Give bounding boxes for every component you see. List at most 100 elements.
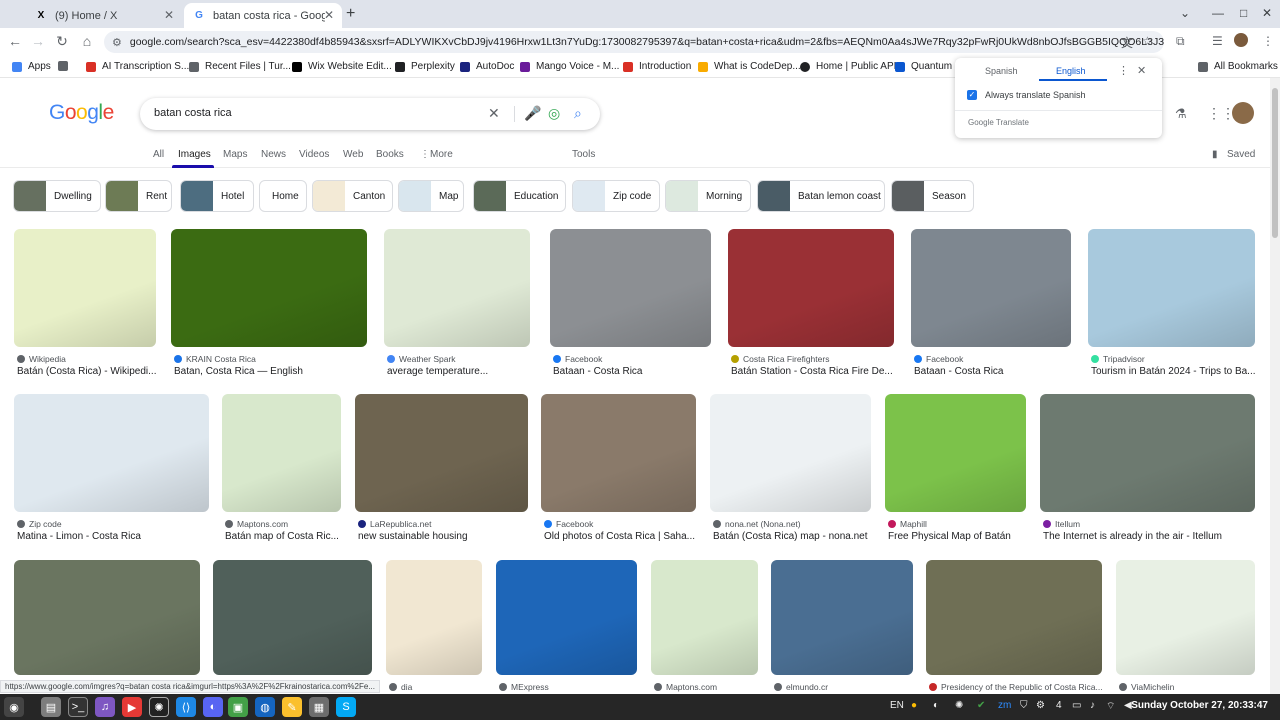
bookmark-autodoc[interactable]: AutoDoc (460, 61, 514, 72)
result-thumbnail[interactable] (222, 394, 341, 512)
tab-books[interactable]: Books (376, 149, 404, 160)
new-tab-button[interactable]: + (346, 5, 355, 23)
keyboard-language[interactable]: EN (890, 700, 904, 711)
site-info-icon[interactable]: ⚙ (112, 36, 122, 49)
more-dots-icon[interactable]: ⋮ (420, 149, 430, 160)
image-result[interactable]: Costa Rica Firefighters Batán Station - C… (728, 229, 894, 383)
result-thumbnail[interactable] (384, 229, 530, 347)
tab-images[interactable]: Images (178, 149, 211, 160)
search-icon[interactable]: ⌕ (574, 105, 582, 122)
result-source[interactable]: Facebook (914, 354, 963, 364)
bookmark-quantum[interactable]: Quantum (895, 61, 952, 72)
result-thumbnail[interactable] (550, 229, 711, 347)
translate-to[interactable]: English (1056, 66, 1086, 76)
always-translate-checkbox[interactable]: ✓ (967, 90, 977, 100)
chip-batan-lemon-coast[interactable]: Batan lemon coast (757, 180, 885, 212)
microphone-icon[interactable]: 🎤 (524, 105, 541, 122)
result-source[interactable]: Tripadvisor (1091, 354, 1145, 364)
bookmark-star-icon[interactable]: ☆ (1142, 34, 1153, 48)
result-source[interactable]: nona.net (Nona.net) (713, 519, 801, 529)
image-result[interactable]: dia (386, 560, 482, 711)
result-source[interactable]: Itellum (1043, 519, 1080, 529)
reload-icon[interactable]: ↻ (53, 33, 71, 50)
result-thumbnail[interactable] (1088, 229, 1255, 347)
shield-tray-icon[interactable]: ⛉ (1020, 700, 1028, 711)
image-result[interactable]: Presidency of the Republic of Costa Rica… (926, 560, 1103, 711)
image-result[interactable]: LaRepublica.net new sustainable housing (355, 394, 528, 548)
menu-kebab-icon[interactable]: ⋮ (1262, 34, 1274, 48)
tab-google-search[interactable]: G batan costa rica - Google Search ✕ (184, 3, 342, 28)
saved-link[interactable]: Saved (1227, 149, 1255, 160)
tab-news[interactable]: News (261, 149, 286, 160)
search-input[interactable]: batan costa rica (154, 107, 232, 119)
close-icon[interactable]: ✕ (1137, 64, 1146, 77)
more-options-icon[interactable]: ⋮ (1118, 64, 1129, 77)
tab-search-icon[interactable]: ⌄ (1180, 6, 1190, 20)
result-source[interactable]: Zip code (17, 519, 62, 529)
result-thumbnail[interactable] (14, 229, 156, 347)
result-thumbnail[interactable] (541, 394, 696, 512)
result-title[interactable]: Tourism in Batán 2024 - Trips to Ba... (1091, 366, 1256, 377)
image-result[interactable]: Zip code Matina - Limon - Costa Rica (14, 394, 209, 548)
notes-icon[interactable]: ✎ (282, 697, 302, 717)
result-source[interactable]: Presidency of the Republic of Costa Rica… (929, 682, 1103, 692)
clear-icon[interactable]: ✕ (488, 105, 500, 122)
result-source[interactable]: Maptons.com (225, 519, 288, 529)
screenshot-icon[interactable]: ▦ (309, 697, 329, 717)
vscode-icon[interactable]: ⟨⟩ (176, 697, 196, 717)
result-title[interactable]: Bataan - Costa Rica (553, 366, 643, 377)
back-icon[interactable]: ← (6, 33, 24, 49)
tab-web[interactable]: Web (343, 149, 363, 160)
display-tray-icon[interactable]: ▭ (1072, 700, 1081, 711)
tab-maps[interactable]: Maps (223, 149, 247, 160)
result-thumbnail[interactable] (1040, 394, 1255, 512)
lens-icon[interactable]: ◎ (548, 105, 560, 122)
tools-button[interactable]: Tools (572, 149, 595, 160)
result-thumbnail[interactable] (651, 560, 758, 675)
chip-hotel[interactable]: Hotel (180, 180, 254, 212)
zoom-tray-icon[interactable]: zm (998, 700, 1011, 711)
chip-morning[interactable]: Morning (665, 180, 751, 212)
translate-from[interactable]: Spanish (985, 66, 1018, 76)
start-menu-icon[interactable]: ◉ (4, 697, 24, 717)
result-source[interactable]: Maphill (888, 519, 927, 529)
scrollbar-thumb[interactable] (1272, 88, 1278, 238)
chip-zip-code[interactable]: Zip code (572, 180, 660, 212)
result-source[interactable]: KRAIN Costa Rica (174, 354, 256, 364)
result-thumbnail[interactable] (213, 560, 372, 675)
result-thumbnail[interactable] (710, 394, 871, 512)
image-result[interactable]: Maphill Free Physical Map of Batán (885, 394, 1026, 548)
result-source[interactable]: Maptons.com (654, 682, 717, 692)
result-thumbnail[interactable] (14, 394, 209, 512)
maximize-button[interactable]: □ (1240, 6, 1247, 20)
chip-rent[interactable]: Rent (105, 180, 172, 212)
search-box[interactable]: batan costa rica ✕ 🎤 ◎ ⌕ (140, 98, 600, 130)
image-viewer-icon[interactable]: ▣ (228, 697, 248, 717)
image-result[interactable]: Facebook Old photos of Costa Rica | Saha.… (541, 394, 696, 548)
tab-all[interactable]: All (153, 149, 164, 160)
result-source[interactable]: Costa Rica Firefighters (731, 354, 829, 364)
reading-list-icon[interactable]: ☰ (1212, 34, 1223, 48)
labs-flask-icon[interactable]: ⚗ (1175, 106, 1187, 122)
settings-tray-icon[interactable]: ⚙ (1036, 700, 1045, 711)
result-source[interactable]: MExpress (499, 682, 549, 692)
image-result[interactable]: Weather Spark average temperature... (384, 229, 530, 383)
bookmark-mango-voice[interactable]: Mango Voice - M... (520, 61, 619, 72)
browser-app-icon[interactable]: ◍ (255, 697, 275, 717)
bookmark-perplexity[interactable]: Perplexity (395, 61, 455, 72)
google-logo[interactable]: Google (49, 101, 114, 125)
result-title[interactable]: Batán Station - Costa Rica Fire De... (731, 366, 893, 377)
result-thumbnail[interactable] (496, 560, 637, 675)
result-source[interactable]: ViaMichelin (1119, 682, 1174, 692)
bookmark-recent-files[interactable]: Recent Files | Tur... (189, 61, 291, 72)
image-result[interactable]: Itellum The Internet is already in the ai… (1040, 394, 1255, 548)
result-thumbnail[interactable] (911, 229, 1071, 347)
close-window-button[interactable]: ✕ (1262, 6, 1272, 20)
all-bookmarks[interactable]: All Bookmarks (1198, 61, 1278, 72)
image-result[interactable]: Maptons.com Batán map of Costa Ric... (222, 394, 341, 548)
result-source[interactable]: Weather Spark (387, 354, 456, 364)
system-clock[interactable]: Sunday October 27, 20:33:47 (1131, 700, 1268, 711)
result-title[interactable]: Old photos of Costa Rica | Saha... (544, 531, 695, 542)
result-title[interactable]: new sustainable housing (358, 531, 468, 542)
result-source[interactable]: Wikipedia (17, 354, 66, 364)
